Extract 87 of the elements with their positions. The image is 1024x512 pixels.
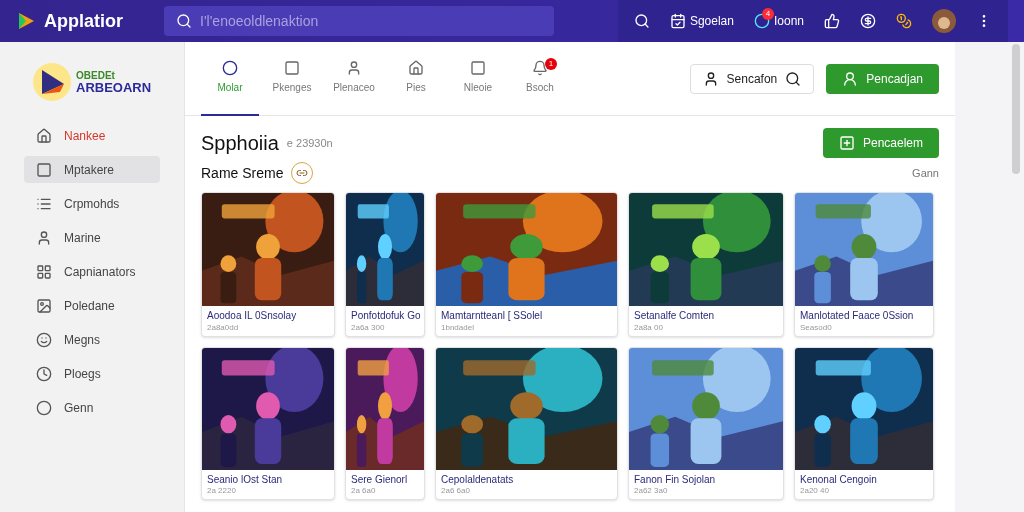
logo-icon	[16, 11, 36, 31]
sidebar-item[interactable]: Marine	[24, 224, 160, 251]
brand-name: ARBEOARN	[76, 80, 152, 94]
game-meta: 2a 2220	[207, 486, 237, 496]
tab-icon	[284, 60, 300, 76]
action-label[interactable]: Sgoelan	[689, 12, 734, 30]
game-meta: Seasod0	[800, 322, 833, 333]
game-title: Setanalfe Comten	[634, 310, 716, 323]
brand-line: OBEDEt	[76, 70, 116, 81]
tab[interactable]: Bsoch 1	[511, 41, 569, 116]
tab[interactable]: Pies	[387, 41, 445, 116]
add-button[interactable]: Pencaelem	[822, 128, 939, 158]
sidebar-item[interactable]: Genn	[24, 394, 160, 421]
menu-icon	[36, 263, 52, 280]
notification-badge: 1	[545, 57, 557, 70]
tab-icon	[346, 60, 362, 76]
search-icon[interactable]	[634, 13, 650, 29]
game-title: Manlotated Faace 0Ssion	[800, 310, 915, 323]
game-meta: 2a62 3a0	[634, 486, 669, 496]
section-subtitle: e 23930n	[286, 135, 333, 151]
game-title: Aoodoa IL 0Snsolay	[207, 310, 298, 323]
user-icon	[842, 70, 859, 87]
sidebar-item[interactable]: Ploegs	[24, 360, 160, 387]
coin-icon[interactable]	[860, 13, 876, 29]
game-meta: 1bndadel	[441, 322, 475, 333]
sidebar-item[interactable]: Mptakere	[24, 156, 160, 183]
brand-logo-icon	[32, 62, 72, 102]
menu-icon	[36, 161, 52, 178]
tab-icon	[532, 60, 548, 76]
game-meta: 2a20 40	[800, 486, 830, 496]
game-card[interactable]: Manlotated Faace 0Ssion Seasod0	[794, 192, 934, 337]
search-button[interactable]: Sencafon	[689, 63, 815, 94]
calendar-icon	[669, 13, 686, 29]
menu-icon	[36, 229, 52, 246]
sidebar-item[interactable]: Megns	[24, 326, 160, 353]
sidebar-item[interactable]: Poledane	[24, 292, 160, 319]
game-meta: 2a 6a0	[351, 486, 377, 496]
game-card[interactable]: Mamtarntteanl [ SSolel 1bndadel	[435, 192, 618, 337]
game-title: Mamtarntteanl [ SSolel	[441, 310, 544, 323]
game-card[interactable]: Kenonal Cengoin 2a20 40	[794, 346, 934, 500]
game-card[interactable]: Seanio lOst Stan 2a 2220	[201, 346, 335, 500]
game-title: Ponfotdofuk Go	[351, 310, 419, 323]
notification-badge: 4	[761, 8, 774, 20]
section-title: Spphoiia	[201, 131, 279, 156]
add-icon	[838, 135, 855, 151]
menu-icon	[36, 297, 52, 314]
game-title: Cepolaldenatats	[441, 473, 515, 486]
see-all-link[interactable]: Gann	[912, 164, 939, 182]
search-field[interactable]: I'l'enoeoldlenaktion	[164, 6, 554, 36]
tab[interactable]: Pkenges	[263, 41, 321, 116]
game-title: Fanon Fin Sojolan	[634, 473, 717, 486]
game-card[interactable]: Setanalfe Comten 2a8a 00	[628, 192, 784, 337]
game-card[interactable]: Ponfotdofuk Go 2a6a 300	[345, 192, 425, 337]
game-title: Kenonal Cengoin	[800, 473, 878, 486]
tab-icon	[222, 60, 238, 76]
game-meta: 2a8a 00	[634, 322, 664, 333]
game-title: Seanio lOst Stan	[207, 473, 284, 486]
game-meta: 2a6 6a0	[441, 486, 471, 496]
subsection-title: Rame Sreme	[201, 163, 284, 183]
avatar[interactable]	[932, 9, 956, 33]
game-title: Sere Gienorl	[351, 473, 409, 486]
scrollbar[interactable]	[1012, 44, 1020, 174]
tab-icon	[470, 60, 486, 76]
game-card[interactable]: Cepolaldenatats 2a6 6a0	[435, 346, 618, 500]
menu-icon	[36, 399, 52, 416]
menu-icon	[36, 331, 52, 348]
game-card[interactable]: Sere Gienorl 2a 6a0	[345, 346, 425, 500]
menu-icon	[36, 127, 52, 144]
sidebar-item[interactable]: Capnianators	[24, 258, 160, 285]
action-label[interactable]: Ioonn	[773, 12, 804, 30]
tab[interactable]: Plenaceo	[325, 41, 383, 116]
app-name: Applatior	[44, 10, 124, 33]
thumbs-up-icon[interactable]	[824, 13, 840, 29]
search-icon	[785, 70, 802, 87]
primary-button[interactable]: Pencadjan	[826, 63, 939, 94]
game-meta: 2a6a 300	[351, 322, 386, 333]
tab-icon	[408, 60, 424, 76]
game-meta: 2a8a0dd	[207, 322, 240, 333]
tab[interactable]: Molar	[201, 41, 259, 116]
menu-icon	[36, 365, 52, 382]
coins-icon[interactable]	[896, 13, 912, 29]
tab[interactable]: Nleoie	[449, 41, 507, 116]
game-card[interactable]: Aoodoa IL 0Snsolay 2a8a0dd	[201, 192, 335, 337]
sidebar-item[interactable]: Nankee	[24, 122, 160, 149]
search-icon	[176, 13, 192, 29]
sidebar-item[interactable]: Crpmohds	[24, 190, 160, 217]
game-card[interactable]: Fanon Fin Sojolan 2a62 3a0	[628, 346, 784, 500]
